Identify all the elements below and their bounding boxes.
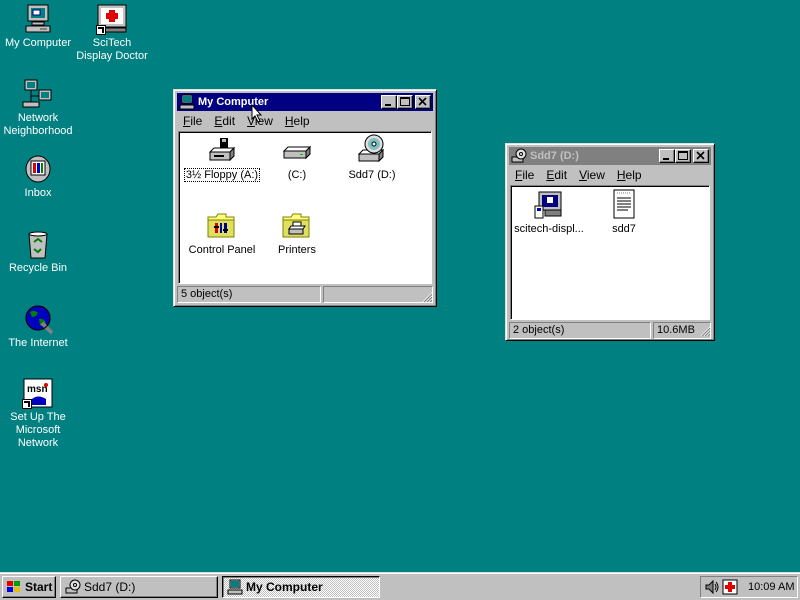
- printers-folder[interactable]: Printers: [257, 209, 337, 257]
- desktop-icon-label: The Internet: [8, 337, 68, 349]
- display-doctor-icon: [96, 3, 128, 35]
- menu-file[interactable]: File: [177, 114, 208, 128]
- file-item-label: scitech-displ...: [514, 223, 584, 235]
- taskbar: Start Sdd7 (D:) My Computer 10:09 AM: [0, 572, 800, 600]
- statusbar: 5 object(s): [177, 286, 433, 304]
- menu-help[interactable]: Help: [279, 114, 316, 128]
- taskbar-button-sdd7[interactable]: Sdd7 (D:): [60, 576, 218, 598]
- desktop-icon-my-computer[interactable]: My Computer: [0, 3, 76, 50]
- status-size: [323, 286, 433, 303]
- recycle-bin-icon: [22, 228, 54, 260]
- minimize-button[interactable]: [381, 95, 397, 109]
- close-button[interactable]: [693, 149, 709, 163]
- taskbar-button-label: Sdd7 (D:): [84, 580, 136, 594]
- taskbar-button-label: My Computer: [246, 580, 323, 594]
- cd-drive-icon: [65, 579, 81, 594]
- drive-d[interactable]: Sdd7 (D:): [332, 134, 412, 182]
- sdd7-window[interactable]: Sdd7 (D:) File Edit View Help scitech-di…: [505, 143, 715, 341]
- sdd7-content: scitech-displ... sdd7: [510, 185, 710, 320]
- file-item-label: Sdd7 (D:): [348, 169, 396, 181]
- my-computer-window[interactable]: My Computer File Edit View Help 3½ Flopp…: [173, 89, 437, 307]
- speaker-icon[interactable]: [704, 579, 720, 595]
- file-item-label: sdd7: [612, 223, 636, 235]
- system-tray: 10:09 AM: [700, 576, 798, 598]
- menu-edit[interactable]: Edit: [208, 114, 241, 128]
- setup-program-icon: [533, 188, 565, 220]
- printers-folder-icon: [281, 209, 313, 241]
- desktop-icon-scitech-display-doctor[interactable]: SciTech Display Doctor: [74, 3, 150, 63]
- menu-help[interactable]: Help: [611, 168, 648, 182]
- msn-icon: msn: [22, 377, 54, 409]
- network-neighborhood-icon: [22, 78, 54, 110]
- display-doctor-tray-icon[interactable]: [722, 579, 738, 595]
- close-button[interactable]: [415, 95, 431, 109]
- window-title: My Computer: [198, 96, 269, 108]
- desktop-icon-label: Inbox: [24, 187, 52, 199]
- my-computer-icon: [22, 3, 54, 35]
- file-item-label: 3½ Floppy (A:): [183, 168, 261, 182]
- menu-edit[interactable]: Edit: [540, 168, 573, 182]
- mouse-pointer-icon: [251, 104, 263, 123]
- windows-logo-icon: [7, 581, 20, 592]
- cd-drive-icon: [511, 148, 527, 164]
- desktop-icon-label: Set Up The Microsoft Network: [10, 411, 66, 449]
- window-title: Sdd7 (D:): [530, 150, 579, 162]
- control-panel-folder-icon: [206, 209, 238, 241]
- minimize-button[interactable]: [659, 149, 675, 163]
- shortcut-arrow-icon: [22, 399, 32, 409]
- start-button[interactable]: Start: [2, 576, 56, 598]
- desktop-icon-the-internet[interactable]: The Internet: [0, 303, 76, 350]
- shortcut-arrow-icon: [96, 25, 106, 35]
- drive-a[interactable]: 3½ Floppy (A:): [182, 134, 262, 182]
- taskbar-button-my-computer[interactable]: My Computer: [222, 576, 380, 598]
- inbox-icon: [22, 153, 54, 185]
- scitech-setup-file[interactable]: scitech-displ...: [509, 188, 589, 236]
- control-panel-folder[interactable]: Control Panel: [182, 209, 262, 257]
- status-count: 2 object(s): [509, 322, 651, 339]
- statusbar: 2 object(s) 10.6MB: [509, 322, 711, 340]
- drive-c[interactable]: (C:): [257, 134, 337, 182]
- computer-icon: [227, 579, 243, 595]
- menu-file[interactable]: File: [509, 168, 540, 182]
- my-computer-content: 3½ Floppy (A:) (C:) Sdd7 (D:) Control Pa…: [178, 131, 432, 284]
- menu-view[interactable]: View: [573, 168, 611, 182]
- menubar: File Edit View Help: [177, 112, 433, 130]
- desktop-icon-label: SciTech Display Doctor: [76, 37, 148, 62]
- resize-grip-icon[interactable]: [699, 325, 711, 337]
- floppy-drive-icon: [206, 134, 238, 166]
- status-count: 5 object(s): [177, 286, 321, 303]
- clock[interactable]: 10:09 AM: [748, 581, 794, 593]
- desktop-icon-label: My Computer: [4, 37, 72, 49]
- resize-grip-icon[interactable]: [421, 291, 433, 303]
- start-label: Start: [25, 580, 53, 594]
- my-computer-titlebar[interactable]: My Computer: [177, 93, 433, 111]
- computer-icon: [179, 94, 195, 110]
- desktop-icon-label: Network Neighborhood: [3, 112, 73, 137]
- desktop-icon-label: Recycle Bin: [8, 262, 68, 274]
- desktop-icon-inbox[interactable]: Inbox: [0, 153, 76, 200]
- file-item-label: Printers: [278, 244, 316, 256]
- desktop-icon-network-neighborhood[interactable]: Network Neighborhood: [0, 78, 76, 138]
- desktop-icon-recycle-bin[interactable]: Recycle Bin: [0, 228, 76, 275]
- sdd7-titlebar[interactable]: Sdd7 (D:): [509, 147, 711, 165]
- file-item-label: Control Panel: [188, 244, 256, 256]
- maximize-button[interactable]: [397, 95, 413, 109]
- menubar: File Edit View Help: [509, 166, 711, 184]
- internet-globe-icon: [22, 303, 54, 335]
- hard-drive-icon: [281, 134, 313, 166]
- cd-drive-icon: [356, 134, 388, 166]
- maximize-button[interactable]: [675, 149, 691, 163]
- text-document-icon: [608, 188, 640, 220]
- desktop-icon-msn-setup[interactable]: msn Set Up The Microsoft Network: [0, 377, 76, 450]
- file-item-label: (C:): [287, 169, 307, 181]
- sdd7-text-file[interactable]: sdd7: [584, 188, 664, 236]
